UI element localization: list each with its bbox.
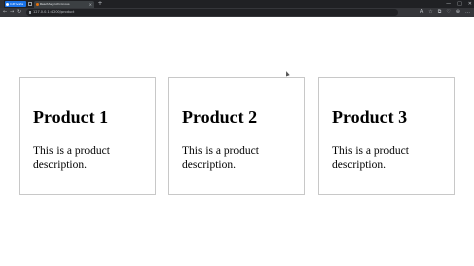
tab-active[interactable]: ReactAsynchronous ×: [34, 1, 94, 8]
product-description: This is a product description.: [182, 145, 259, 171]
tab-bar: InPrivate ReactAsynchronous × + — □ ✕: [0, 0, 474, 8]
read-aloud-icon[interactable]: A: [420, 8, 423, 17]
more-menu-icon[interactable]: …: [465, 8, 470, 17]
product-description: This is a product description.: [332, 145, 409, 171]
split-screen-icon[interactable]: ⧉: [438, 8, 442, 17]
product-card: Product 1 This is a product description.: [19, 77, 156, 195]
address-bar-row: ← → ↻ 127.0.0.1:4200/product A ☆ ⧉ ♡ ⊕ …: [0, 8, 474, 17]
toolbar-icons: A ☆ ⧉ ♡ ⊕ …: [420, 8, 470, 17]
collections-icon[interactable]: ⊕: [456, 8, 460, 17]
close-window-icon[interactable]: ✕: [468, 0, 472, 8]
close-tab-icon[interactable]: ×: [89, 1, 92, 8]
inprivate-icon: [6, 2, 9, 6]
product-description: This is a product description.: [33, 145, 110, 171]
product-title: Product 1: [33, 107, 109, 127]
product-card: Product 3 This is a product description.: [318, 77, 455, 195]
product-card: Product 2 This is a product description.: [168, 77, 305, 195]
tab-actions-icon[interactable]: [28, 2, 32, 6]
product-title: Product 2: [182, 107, 258, 127]
tab-title: ReactAsynchronous: [40, 2, 70, 6]
new-tab-button[interactable]: +: [97, 0, 103, 8]
favorites-icon[interactable]: ♡: [446, 8, 450, 17]
favorite-star-icon[interactable]: ☆: [428, 8, 432, 17]
back-icon[interactable]: ←: [3, 8, 7, 17]
inprivate-badge[interactable]: InPrivate: [5, 1, 26, 7]
window-controls: — □ ✕: [446, 0, 472, 8]
address-input[interactable]: 127.0.0.1:4200/product: [26, 9, 398, 16]
mouse-cursor-icon: [284, 70, 290, 77]
page-content: Product 1 This is a product description.…: [0, 17, 474, 266]
refresh-icon[interactable]: ↻: [17, 8, 21, 17]
minimize-icon[interactable]: —: [446, 0, 451, 8]
site-info-icon[interactable]: [29, 10, 31, 14]
maximize-icon[interactable]: □: [457, 0, 462, 8]
forward-icon[interactable]: →: [10, 8, 14, 17]
window-menu-icon[interactable]: [0, 0, 4, 8]
product-title: Product 3: [332, 107, 408, 127]
favicon-icon: [36, 2, 39, 6]
url-text: 127.0.0.1:4200/product: [33, 10, 75, 14]
inprivate-label: InPrivate: [10, 2, 24, 6]
